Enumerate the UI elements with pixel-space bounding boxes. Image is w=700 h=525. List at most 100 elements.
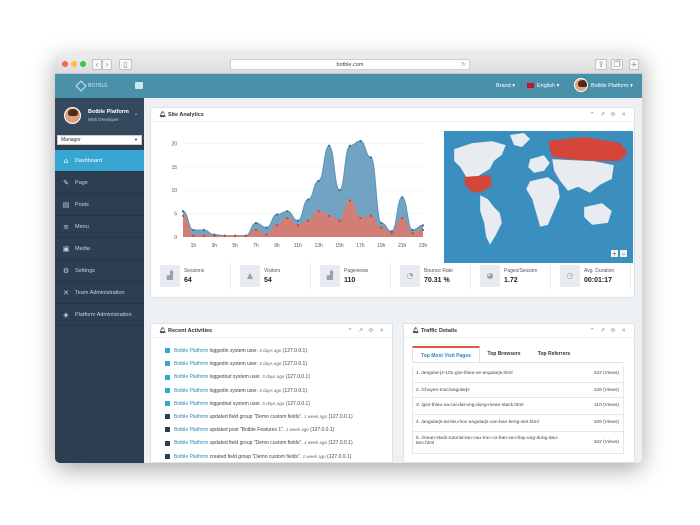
tab-top-referrers[interactable]: Top Referrers [530,346,578,362]
activity-user-link[interactable]: Botble Platform [174,414,208,420]
sidebar-item-posts[interactable]: ▤ Posts [55,194,144,216]
traffic-views: 222 (Views) [593,371,619,376]
sidebar-toggle-icon[interactable]: ▯ [119,59,132,70]
activity-text: loggedout system user. [209,374,261,381]
role-select[interactable]: Manager ▼ [57,135,142,145]
flag-icon [527,83,534,89]
data-point [369,214,372,218]
data-point [380,221,383,225]
stat-sessions: ▟ Sessions 64 [159,263,231,290]
language-label: English [537,83,556,89]
menu-toggle-icon[interactable] [135,82,143,89]
data-point [338,189,341,192]
traffic-page-link[interactable]: 4. /angularjs-tai-lieu-hoc-angularjs-can… [416,420,571,425]
x-tick-label: 19h [377,243,386,249]
activity-user-link[interactable]: Botble Platform [174,348,208,354]
x-tick-label: 7h [253,243,259,249]
activity-time: 5 days ago [262,374,285,380]
forward-icon[interactable]: › [102,59,112,70]
stat-pages-per-session: ◕ Pages/Session 1.72 [479,263,551,290]
stat-value: 70.31 % [424,277,450,284]
panel-tools[interactable]: ^ ↗ ⟳ ✕ [590,108,628,122]
tab-top-browsers[interactable]: Top Browsers [481,346,527,362]
activity-user-link[interactable]: Botble Platform [174,361,208,367]
data-point [348,144,352,147]
panel-tools[interactable]: ^ ↗ ⟳ ✕ [590,324,628,338]
user-label: Botble Platform [591,83,629,89]
activity-text: loggedin system user. [209,387,258,394]
traffic-page-link[interactable]: 2. /chuyen-muc/angularjs [416,388,571,393]
traffic-row: 5. /mean-stack-tutorial-tao-cau-truc-co-… [412,432,624,454]
x-tick-label: 3h [212,243,218,249]
sidebar-item-platform-administration[interactable]: ◈ Platform Administration [55,304,144,326]
sidebar-item-page[interactable]: ✎ Page [55,172,144,194]
brand-dropdown[interactable]: Brand ▾ [496,74,515,98]
pie-icon: ◔ [400,265,420,287]
activity-user-link[interactable]: Botble Platform [174,440,208,446]
user-dropdown[interactable]: Botble Platform ▾ [574,74,633,98]
share-icon[interactable]: ⇪ [595,59,607,70]
activity-text: loggedin system user. [209,361,258,368]
data-point [275,224,279,227]
site-analytics-title: Site Analytics [167,112,204,118]
activity-user-link[interactable]: Botble Platform [174,427,208,433]
profile-avatar [64,107,81,124]
sessions-area-chart: 0 5 10 15 20 1h 3h 5h 7h 9h 11h 13h 15h 17h 19h 21h 23h [171,139,427,249]
maximize-window-icon[interactable] [80,61,86,67]
top-navbar: BOTBLE Brand ▾ English ▾ Botble Platform… [55,74,642,98]
activity-item: Botble Platform created field group "Dem… [165,450,351,463]
data-point [265,233,268,236]
reload-icon[interactable]: ↻ [461,60,466,70]
activity-user-link[interactable]: Botble Platform [174,388,208,394]
map-zoom-out-icon: − [622,252,626,258]
activity-ip: (127.0.0.1) [310,427,335,434]
activity-bullet-icon [165,361,170,367]
traffic-page-link[interactable]: 3. /gioi-thieu-va-cai-dat-ung-dung-mean-… [416,403,571,408]
activity-bullet-icon [165,440,170,446]
sidebar-profile[interactable]: Botble Platform Web Developer › [55,98,144,140]
activity-text: loggedin system user. [209,348,258,354]
menu-icon: ≡ [63,223,69,231]
data-point [348,199,352,202]
chevron-right-icon: › [135,112,137,118]
language-dropdown[interactable]: English ▾ [527,74,559,98]
sidebar-item-menu[interactable]: ≡ Menu [55,216,144,238]
activity-item: Botble Platform updated field group "Dem… [165,410,353,423]
back-icon[interactable]: ‹ [92,59,102,70]
sidebar-item-settings[interactable]: ⚙ Settings [55,260,144,282]
site-analytics-header: 🔔︎ Site Analytics ^ ↗ ⟳ ✕ [151,108,634,122]
sidebar-item-media[interactable]: ▣ Media [55,238,144,260]
close-window-icon[interactable] [62,61,68,67]
x-tick-label: 5h [232,243,238,249]
tabs-divider [412,362,624,363]
activity-user-link[interactable]: Botble Platform [174,454,208,460]
data-point [359,139,362,143]
sidebar-item-dashboard[interactable]: ⌂ Dashboard [55,150,144,172]
traffic-page-link[interactable]: 5. /mean-stack-tutorial-tao-cau-truc-co-… [416,436,571,446]
traffic-page-link[interactable]: 1. /angular-js-101-gioi-thieu-ve-angular… [416,371,571,376]
activity-ip: (127.0.0.1) [328,414,353,420]
panel-tools[interactable]: ^ ↗ ⟳ ✕ [348,324,386,338]
sidebar-item-label: Platform Administration [75,312,132,318]
minimize-window-icon[interactable] [71,61,77,67]
pie-icon: ◕ [480,265,500,287]
data-point [411,228,414,232]
activity-bullet-icon [165,414,170,420]
bell-icon: 🔔︎ [412,328,419,334]
activity-user-link[interactable]: Botble Platform [174,374,208,380]
new-tab-icon[interactable]: + [629,59,639,70]
activity-time: 1 week ago [285,427,309,433]
chart-icon: ▟ [160,265,180,287]
activity-user-link[interactable]: Botble Platform [174,401,208,407]
data-point [307,198,310,201]
y-tick-label: 15 [171,165,177,171]
sidebar-item-team-administration[interactable]: ✕ Team Administration [55,282,144,304]
tabs-icon[interactable]: ❐ [611,59,623,70]
logo[interactable]: BOTBLE [75,78,127,94]
world-map[interactable]: + − [444,131,633,263]
activity-item: Botble Platform loggedout system user. 5… [165,397,310,410]
tab-top-most-visit-pages[interactable]: Top Most Visit Pages [412,346,480,362]
url-bar[interactable]: botble.com ↻ [230,59,470,70]
traffic-details-header: 🔔︎ Traffic Details ^ ↗ ⟳ ✕ [404,324,634,338]
data-point [202,228,205,232]
